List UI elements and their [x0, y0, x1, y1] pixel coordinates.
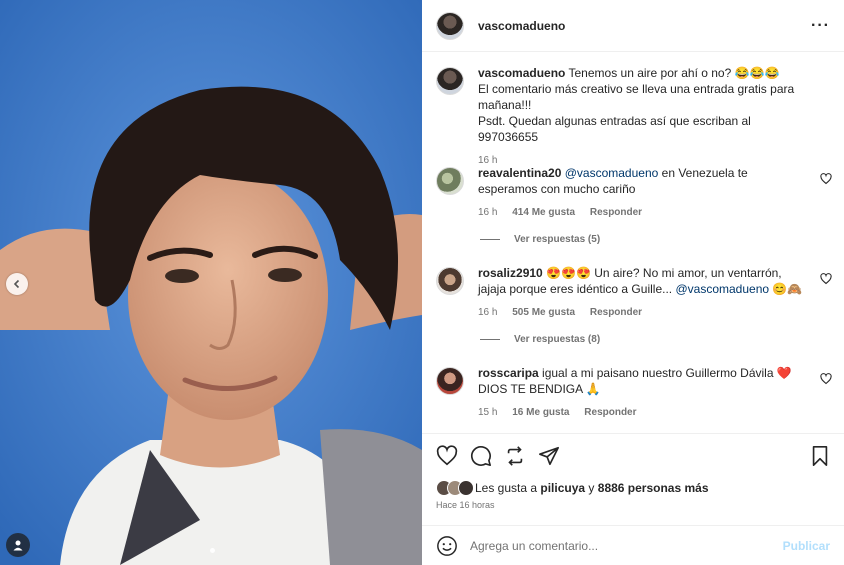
portrait-image [0, 0, 422, 565]
caption-username[interactable]: vascomadueno [478, 66, 565, 80]
caption: vascomadueno Tenemos un aire por ahí o n… [436, 65, 832, 169]
post-header: vascomadueno ··· [422, 0, 844, 52]
comment-button[interactable] [470, 445, 492, 467]
likes-prefix: Les gusta a [475, 481, 538, 495]
likes-connector: y [588, 481, 595, 495]
post-photo[interactable] [0, 0, 422, 565]
caption-line1: Tenemos un aire por ahí o no? 😂😂😂 [568, 66, 780, 80]
avatar[interactable] [436, 367, 464, 395]
reply-button[interactable]: Responder [590, 207, 642, 218]
avatar[interactable] [436, 167, 464, 195]
comment-composer: Publicar [422, 525, 844, 565]
bookmark-icon [812, 446, 828, 466]
more-icon[interactable]: ··· [811, 17, 830, 35]
save-button[interactable] [810, 445, 830, 467]
comment-mention[interactable]: @vascomadueno [675, 282, 769, 296]
send-button[interactable] [538, 445, 560, 467]
comment-likes[interactable]: 505 Me gusta [512, 307, 575, 318]
chevron-left-icon [13, 279, 20, 289]
comment-username[interactable]: rosscaripa [478, 366, 539, 380]
comment-mention[interactable]: @vascomadueno [565, 166, 659, 180]
view-replies-label: Ver respuestas (8) [514, 334, 601, 345]
post-time-ago: Hace 16 horas [436, 500, 495, 510]
author-username[interactable]: vascomadueno [478, 19, 565, 33]
reply-button[interactable]: Responder [584, 407, 636, 418]
comment-item: rosscaripa igual a mi paisano nuestro Gu… [436, 365, 832, 421]
user-tag-icon [13, 540, 23, 551]
avatar[interactable] [436, 11, 464, 40]
tagged-users-button[interactable] [6, 533, 30, 557]
carousel-dot [210, 548, 215, 553]
action-bar [422, 433, 844, 478]
view-replies-button[interactable]: Ver respuestas (8) [480, 334, 600, 345]
view-replies-label: Ver respuestas (5) [514, 234, 601, 245]
share-button[interactable] [504, 445, 526, 467]
reply-button[interactable]: Responder [590, 307, 642, 318]
comment-likes[interactable]: 414 Me gusta [512, 207, 575, 218]
share-icon [507, 446, 523, 466]
liker-avatars [436, 480, 474, 496]
like-button[interactable] [436, 445, 458, 467]
comment-item: reavalentina20 @vascomadueno en Venezuel… [436, 165, 832, 221]
post-comment-button[interactable]: Publicar [783, 539, 830, 553]
comment-icon [471, 446, 491, 466]
comment-username[interactable]: rosaliz2910 [478, 266, 543, 280]
avatar[interactable] [436, 67, 464, 95]
send-icon [539, 446, 559, 466]
avatar[interactable] [436, 267, 464, 295]
post-detail-panel: vascomadueno ··· vascomadueno Tenemos un… [422, 0, 844, 565]
comment-likes[interactable]: 16 Me gusta [512, 407, 569, 418]
caption-line2: El comentario más creativo se lleva una … [478, 82, 795, 112]
heart-icon[interactable] [820, 273, 832, 285]
heart-icon[interactable] [820, 173, 832, 185]
view-replies-button[interactable]: Ver respuestas (5) [480, 234, 600, 245]
previous-photo-button[interactable] [6, 273, 28, 295]
comment-item: rosaliz2910 😍😍😍 Un aire? No mi amor, un … [436, 265, 832, 321]
comment-tail: 😊🙈 [772, 282, 803, 296]
likes-count[interactable]: 8886 personas más [598, 481, 709, 495]
heart-icon [436, 445, 458, 466]
heart-icon[interactable] [820, 373, 832, 385]
likes-summary: Les gusta a pilicuya y 8886 personas más [436, 480, 709, 496]
comment-time: 16 h [478, 207, 498, 218]
comment-time: 16 h [478, 307, 498, 318]
comment-input[interactable] [470, 538, 770, 553]
comment-username[interactable]: reavalentina20 [478, 166, 561, 180]
emoji-icon[interactable] [436, 535, 458, 557]
comments-list: vascomadueno Tenemos un aire por ahí o n… [422, 53, 844, 433]
comment-time: 15 h [478, 407, 498, 418]
liker-username[interactable]: pilicuya [540, 481, 585, 495]
caption-line3: Psdt. Quedan algunas entradas así que es… [478, 114, 751, 144]
